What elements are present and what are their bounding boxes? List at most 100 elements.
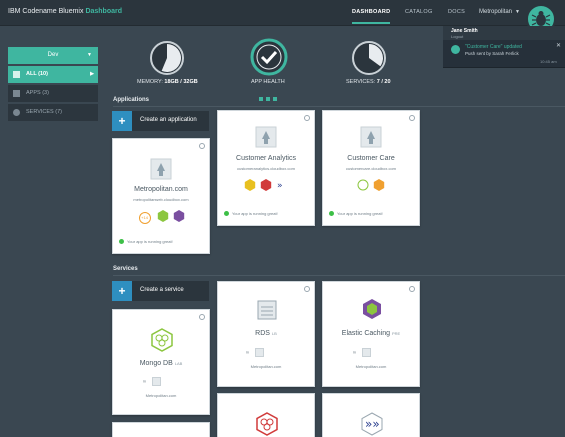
- user-row: Jane Smith Logout: [443, 26, 565, 40]
- app-icon: [362, 348, 372, 357]
- app-status: Your app is running great!: [119, 239, 173, 244]
- notification-icon: [451, 45, 460, 54]
- svg-text:»: »: [277, 181, 283, 191]
- app-url[interactable]: customeranalytics.cloudbox.com: [218, 166, 314, 171]
- service-card-cloudant[interactable]: [217, 393, 315, 437]
- mongodb-icon: [157, 210, 169, 222]
- app-health-gauge[interactable]: [250, 38, 288, 81]
- bound-app-name[interactable]: Metropolitan.com: [113, 393, 209, 398]
- service-name: RDS LB: [255, 330, 277, 337]
- health-pager-dots: [259, 88, 280, 106]
- status-ok-icon: [119, 239, 124, 244]
- bound-services: [323, 178, 419, 196]
- status-ok-icon: [329, 211, 334, 216]
- caching-icon: [174, 210, 185, 222]
- brand[interactable]: IBM Codename Bluemix Dashboard: [8, 8, 122, 15]
- service-card-rds[interactable]: RDS LB in Metropolitan.com: [217, 281, 315, 387]
- sidebar-item-apps[interactable]: APPS (3): [8, 85, 98, 102]
- logout-link[interactable]: Logout: [451, 34, 463, 39]
- services-count-badge: +14: [138, 211, 151, 224]
- services-gauge[interactable]: [351, 40, 387, 81]
- bound-app-row: in: [246, 348, 265, 357]
- mongodb-icon: [151, 328, 173, 352]
- app-url[interactable]: customercare.cloudbox.com: [323, 166, 419, 171]
- app-icon: [255, 126, 277, 148]
- applications-heading: Applications: [113, 97, 150, 103]
- bound-app-row: in: [353, 348, 372, 357]
- create-service-button[interactable]: + Create a service: [112, 281, 209, 301]
- app-url[interactable]: metropolitanweb.cloudbox.com: [113, 197, 209, 202]
- app-name: Customer Analytics: [236, 155, 296, 162]
- database-icon: [257, 300, 277, 320]
- service-card-elastic-caching[interactable]: Elastic Caching PRE in Metropolitan.com: [322, 281, 420, 387]
- sidebar-item-label: ALL (10): [26, 71, 48, 77]
- caching-icon: [363, 299, 381, 319]
- service-card-forward[interactable]: »»: [322, 393, 420, 437]
- forward-icon: »»: [361, 412, 383, 436]
- sidebar-item-services[interactable]: SERVICES (7): [8, 104, 98, 121]
- app-status: Your app is running great!: [329, 211, 383, 216]
- select-radio[interactable]: [304, 286, 310, 292]
- brand-name: IBM Codename Bluemix: [8, 8, 84, 15]
- select-radio[interactable]: [304, 115, 310, 121]
- org-name: Metropolitan: [479, 9, 513, 15]
- select-radio[interactable]: [409, 115, 415, 121]
- services-label: SERVICES: 7 / 20: [346, 79, 391, 85]
- grid-icon: [13, 71, 20, 78]
- service-tag: LB: [271, 331, 277, 336]
- top-bar: IBM Codename Bluemix Dashboard DASHBOARD…: [0, 0, 565, 26]
- space-selector[interactable]: Dev ▼: [8, 47, 98, 64]
- bound-services: »: [218, 178, 314, 196]
- nav-docs[interactable]: DOCS: [448, 9, 465, 15]
- notification-time: 10:45 am: [540, 59, 557, 64]
- org-selector[interactable]: Metropolitan ▼: [479, 9, 520, 15]
- app-icon: [360, 126, 382, 148]
- sidebar: Dev ▼ ALL (10) ▶ APPS (3) SERVICES (7): [8, 47, 98, 121]
- close-icon[interactable]: ✕: [556, 42, 561, 49]
- app-card-metropolitan[interactable]: Metropolitan.com metropolitanweb.cloudbo…: [112, 138, 210, 254]
- plus-icon: +: [112, 281, 132, 301]
- app-card-customer-care[interactable]: Customer Care customercare.cloudbox.com …: [322, 110, 420, 226]
- sidebar-item-all[interactable]: ALL (10) ▶: [8, 66, 98, 83]
- bound-services: +14: [113, 209, 209, 227]
- select-radio[interactable]: [409, 286, 415, 292]
- nav-dashboard[interactable]: DASHBOARD: [352, 9, 390, 15]
- app-card-customer-analytics[interactable]: Customer Analytics customeranalytics.clo…: [217, 110, 315, 226]
- sidebar-item-label: SERVICES (7): [26, 109, 62, 115]
- app-icon: [150, 158, 172, 180]
- chevron-right-icon: ▶: [90, 71, 94, 77]
- services-heading: Services: [113, 266, 138, 272]
- service-tag: PRE: [391, 331, 401, 336]
- space-name: Dev: [47, 52, 59, 58]
- select-radio[interactable]: [199, 314, 205, 320]
- notification-title[interactable]: "Customer Care" updated: [465, 44, 522, 50]
- app-status: Your app is running great!: [224, 211, 278, 216]
- nav-catalog[interactable]: CATALOG: [405, 9, 433, 15]
- memory-gauge[interactable]: [149, 40, 185, 81]
- app-name: Metropolitan.com: [134, 186, 188, 193]
- app-health-label: APP HEALTH: [251, 79, 285, 85]
- chevron-down-icon: ▼: [87, 52, 92, 58]
- bound-app-row: in: [143, 377, 162, 386]
- cloudant-icon: [260, 179, 272, 191]
- memory-label: MEMORY: 18GB / 32GB: [137, 79, 198, 85]
- create-application-button[interactable]: + Create an application: [112, 111, 209, 131]
- apps-icon: [13, 90, 20, 97]
- sidebar-item-label: APPS (3): [26, 90, 49, 96]
- brand-accent: Dashboard: [85, 8, 122, 15]
- mobile-data-icon: [374, 179, 385, 191]
- cloudant-icon: [256, 412, 278, 436]
- create-application-label: Create an application: [140, 117, 197, 123]
- service-card-mongodb[interactable]: Mongo DB LAB in Metropolitan.com: [112, 309, 210, 415]
- select-radio[interactable]: [199, 143, 205, 149]
- bound-app-name[interactable]: Metropolitan.com: [323, 364, 419, 369]
- plus-icon: +: [112, 111, 132, 131]
- service-name: Elastic Caching PRE: [341, 330, 401, 337]
- services-icon: [13, 109, 20, 116]
- bound-app-name[interactable]: Metropolitan.com: [218, 364, 314, 369]
- analytics-icon: [244, 179, 255, 191]
- service-name: Mongo DB LAB: [139, 360, 183, 367]
- app-name: Customer Care: [347, 155, 395, 162]
- divider: [113, 275, 565, 276]
- service-card-partial[interactable]: [112, 422, 210, 437]
